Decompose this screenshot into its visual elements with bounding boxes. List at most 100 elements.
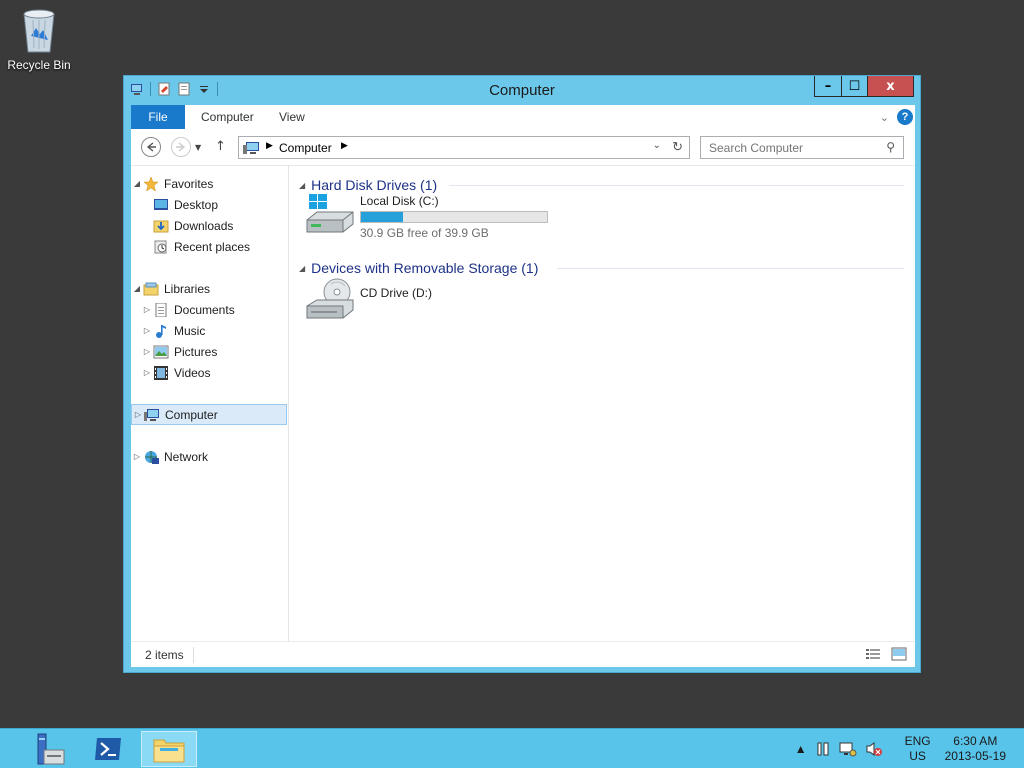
powershell-icon xyxy=(95,738,121,760)
close-button[interactable]: x xyxy=(868,76,914,97)
group-header-hard-disk-drives[interactable]: ◢ Hard Disk Drives (1) xyxy=(299,175,437,195)
large-icons-view-icon[interactable] xyxy=(891,647,907,661)
address-dropdown-chevron-icon[interactable]: ⌄ xyxy=(653,140,661,151)
title-bar[interactable]: Computer – ☐ x xyxy=(124,76,920,104)
ribbon-tab-bar: File Computer View ⌄ ? xyxy=(131,105,915,129)
group-header-label: Devices with Removable Storage (1) xyxy=(311,260,539,276)
breadcrumb-arrow-icon[interactable]: ▶ xyxy=(266,140,273,151)
window-controls: – ☐ x xyxy=(814,76,914,97)
expanded-caret-icon[interactable]: ◢ xyxy=(131,284,143,293)
nav-label: Videos xyxy=(174,365,211,380)
nav-item-desktop[interactable]: Desktop xyxy=(141,194,297,215)
refresh-icon[interactable]: ↻ xyxy=(672,139,683,155)
clock-time: 6:30 AM xyxy=(953,734,998,748)
group-collapse-caret-icon[interactable]: ◢ xyxy=(299,181,305,190)
pictures-icon xyxy=(153,345,169,358)
desktop-icon xyxy=(154,198,168,210)
details-view-icon[interactable] xyxy=(865,647,881,661)
collapsed-caret-icon[interactable]: ▷ xyxy=(141,305,153,314)
status-bar: 2 items xyxy=(131,641,915,667)
tab-computer[interactable]: Computer xyxy=(201,105,254,129)
nav-label: Computer xyxy=(165,407,218,422)
drive-name: Local Disk (C:) xyxy=(360,194,439,208)
nav-item-recent-places[interactable]: Recent places xyxy=(141,236,297,257)
show-hidden-icons-icon[interactable]: ▲ xyxy=(795,742,807,756)
nav-item-videos[interactable]: ▷ Videos xyxy=(141,362,297,383)
collapsed-caret-icon[interactable]: ▷ xyxy=(132,410,144,419)
forward-button[interactable] xyxy=(171,137,191,157)
nav-label: Favorites xyxy=(164,176,214,191)
search-box[interactable]: ⚲ xyxy=(700,136,904,159)
nav-computer[interactable]: ▷ Computer xyxy=(131,404,287,425)
group-divider xyxy=(449,185,904,186)
videos-icon xyxy=(154,365,168,380)
nav-label: Documents xyxy=(174,302,235,317)
forward-arrow-icon xyxy=(176,142,186,152)
nav-label: Desktop xyxy=(174,197,219,212)
drive-usage-bar xyxy=(360,211,548,223)
collapsed-caret-icon[interactable]: ▷ xyxy=(141,347,153,356)
breadcrumb-computer[interactable]: Computer xyxy=(279,141,332,155)
recycle-bin-icon xyxy=(19,6,59,54)
collapsed-caret-icon[interactable]: ▷ xyxy=(141,326,153,335)
system-tray: ▲ ENG US 6:30 AM 2013-05-19 xyxy=(795,729,1024,768)
network-status-icon[interactable] xyxy=(839,741,857,757)
cd-drive-icon xyxy=(306,278,354,319)
status-divider xyxy=(193,647,194,663)
tab-view[interactable]: View xyxy=(279,105,305,129)
expand-ribbon-chevron-icon[interactable]: ⌄ xyxy=(880,111,889,124)
group-header-removable-storage[interactable]: ◢ Devices with Removable Storage (1) xyxy=(299,258,538,278)
clock[interactable]: 6:30 AM 2013-05-19 xyxy=(945,734,1006,764)
taskbar-powershell[interactable] xyxy=(80,731,136,767)
search-input[interactable] xyxy=(709,138,879,158)
clock-date: 2013-05-19 xyxy=(944,749,1006,763)
group-header-label: Hard Disk Drives (1) xyxy=(311,177,438,193)
recent-places-icon xyxy=(154,240,167,253)
computer-icon xyxy=(243,142,259,154)
nav-network[interactable]: ▷ Network xyxy=(131,446,287,467)
group-collapse-caret-icon[interactable]: ◢ xyxy=(299,264,305,273)
expanded-caret-icon[interactable]: ◢ xyxy=(131,179,143,188)
documents-icon xyxy=(155,302,167,317)
taskbar-file-explorer[interactable] xyxy=(141,731,197,767)
keyboard-layout: US xyxy=(909,749,926,763)
search-icon[interactable]: ⚲ xyxy=(886,140,895,154)
drive-local-disk-c[interactable]: Local Disk (C:) 30.9 GB free of 39.9 GB xyxy=(305,194,548,240)
nav-item-pictures[interactable]: ▷ Pictures xyxy=(141,341,297,362)
action-center-icon[interactable] xyxy=(815,741,831,757)
explorer-window: Computer – ☐ x File Computer View ⌄ ? ▼ … xyxy=(123,75,921,673)
address-bar-row: ▼ ↑ ▶ Computer ▶ ⌄ ↻ ⚲ xyxy=(131,129,915,166)
up-arrow-icon[interactable]: ↑ xyxy=(215,139,226,154)
nav-label: Libraries xyxy=(164,281,211,296)
nav-item-downloads[interactable]: Downloads xyxy=(141,215,297,236)
server-manager-icon xyxy=(37,733,65,765)
nav-libraries[interactable]: ◢ Libraries xyxy=(131,278,287,299)
drive-name: CD Drive (D:) xyxy=(360,286,432,300)
minimize-button[interactable]: – xyxy=(814,76,841,97)
nav-label: Network xyxy=(164,449,209,464)
drive-cd-d[interactable]: CD Drive (D:) xyxy=(305,278,432,322)
libraries-icon xyxy=(143,282,159,295)
nav-favorites[interactable]: ◢ Favorites xyxy=(131,173,287,194)
address-bar[interactable]: ▶ Computer ▶ ⌄ ↻ xyxy=(238,136,690,159)
volume-muted-icon[interactable] xyxy=(865,741,883,757)
breadcrumb-arrow-icon-2[interactable]: ▶ xyxy=(341,140,348,151)
nav-item-documents[interactable]: ▷ Documents xyxy=(141,299,297,320)
hard-drive-windows-icon xyxy=(306,194,354,233)
nav-label: Music xyxy=(174,323,206,338)
collapsed-caret-icon[interactable]: ▷ xyxy=(141,368,153,377)
nav-item-music[interactable]: ▷ Music xyxy=(141,320,297,341)
recycle-bin[interactable]: Recycle Bin xyxy=(4,6,74,72)
back-button[interactable] xyxy=(141,137,161,157)
tab-file[interactable]: File xyxy=(131,105,185,129)
drive-usage-fill xyxy=(361,212,404,222)
recent-locations-chevron-icon[interactable]: ▼ xyxy=(195,143,201,152)
help-icon[interactable]: ? xyxy=(897,109,913,125)
input-language-indicator[interactable]: ENG US xyxy=(905,734,931,764)
maximize-button[interactable]: ☐ xyxy=(841,76,868,97)
collapsed-caret-icon[interactable]: ▷ xyxy=(131,452,143,461)
item-count: 2 items xyxy=(145,648,184,662)
taskbar-server-manager[interactable] xyxy=(18,731,74,767)
downloads-icon xyxy=(153,220,169,232)
file-explorer-icon xyxy=(153,739,185,763)
